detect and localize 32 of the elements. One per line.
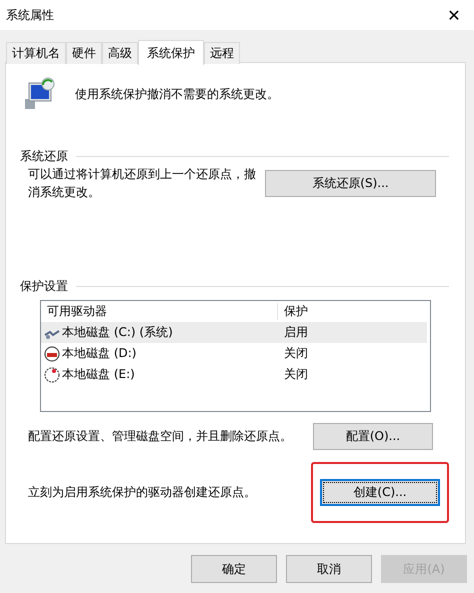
drive-icon xyxy=(44,366,60,382)
drive-row[interactable]: 本地磁盘 (C:) (系统) 启用 xyxy=(41,322,427,343)
column-header[interactable]: 可用驱动器 xyxy=(41,303,278,320)
restore-description: 可以通过将计算机还原到上一个还原点，撤消系统更改。 xyxy=(28,166,257,201)
drive-name: 本地磁盘 (D:) xyxy=(62,345,136,362)
section-heading: 保护设置 xyxy=(20,278,68,295)
tab[interactable]: 高级 xyxy=(102,42,138,64)
drive-name: 本地磁盘 (C:) (系统) xyxy=(62,324,173,341)
system-restore-button[interactable]: 系统还原(S)... xyxy=(265,170,436,196)
section-heading: 系统还原 xyxy=(20,148,68,165)
protection-status: 关闭 xyxy=(283,345,308,362)
configure-description: 配置还原设置、管理磁盘空间，并且删除还原点。 xyxy=(28,428,292,445)
close-button[interactable]: ✕ xyxy=(434,0,474,30)
drive-icon xyxy=(44,346,60,362)
protection-status: 启用 xyxy=(283,324,308,341)
create-description: 立刻为启用系统保护的驱动器创建还原点。 xyxy=(28,484,256,501)
dialog-button[interactable]: 确定 xyxy=(191,555,277,583)
tab[interactable]: 计算机名 xyxy=(6,42,66,64)
drive-row[interactable]: 本地磁盘 (E:) 关闭 xyxy=(41,364,430,385)
dialog-button[interactable]: 取消 xyxy=(286,555,372,583)
tab[interactable]: 系统保护 xyxy=(138,40,204,65)
drive-row[interactable]: 本地磁盘 (D:) 关闭 xyxy=(41,343,430,364)
tab[interactable]: 硬件 xyxy=(66,42,102,64)
create-button[interactable]: 创建(C)... xyxy=(320,479,440,506)
column-header[interactable]: 保护 xyxy=(278,303,308,320)
computer-icon xyxy=(23,77,57,111)
window-title: 系统属性 xyxy=(6,6,54,24)
drive-name: 本地磁盘 (E:) xyxy=(62,366,135,383)
protection-status: 关闭 xyxy=(283,366,308,383)
configure-button[interactable]: 配置(O)... xyxy=(313,423,433,450)
tab[interactable]: 远程 xyxy=(204,42,240,64)
intro-text: 使用系统保护撤消不需要的系统更改。 xyxy=(75,86,279,102)
